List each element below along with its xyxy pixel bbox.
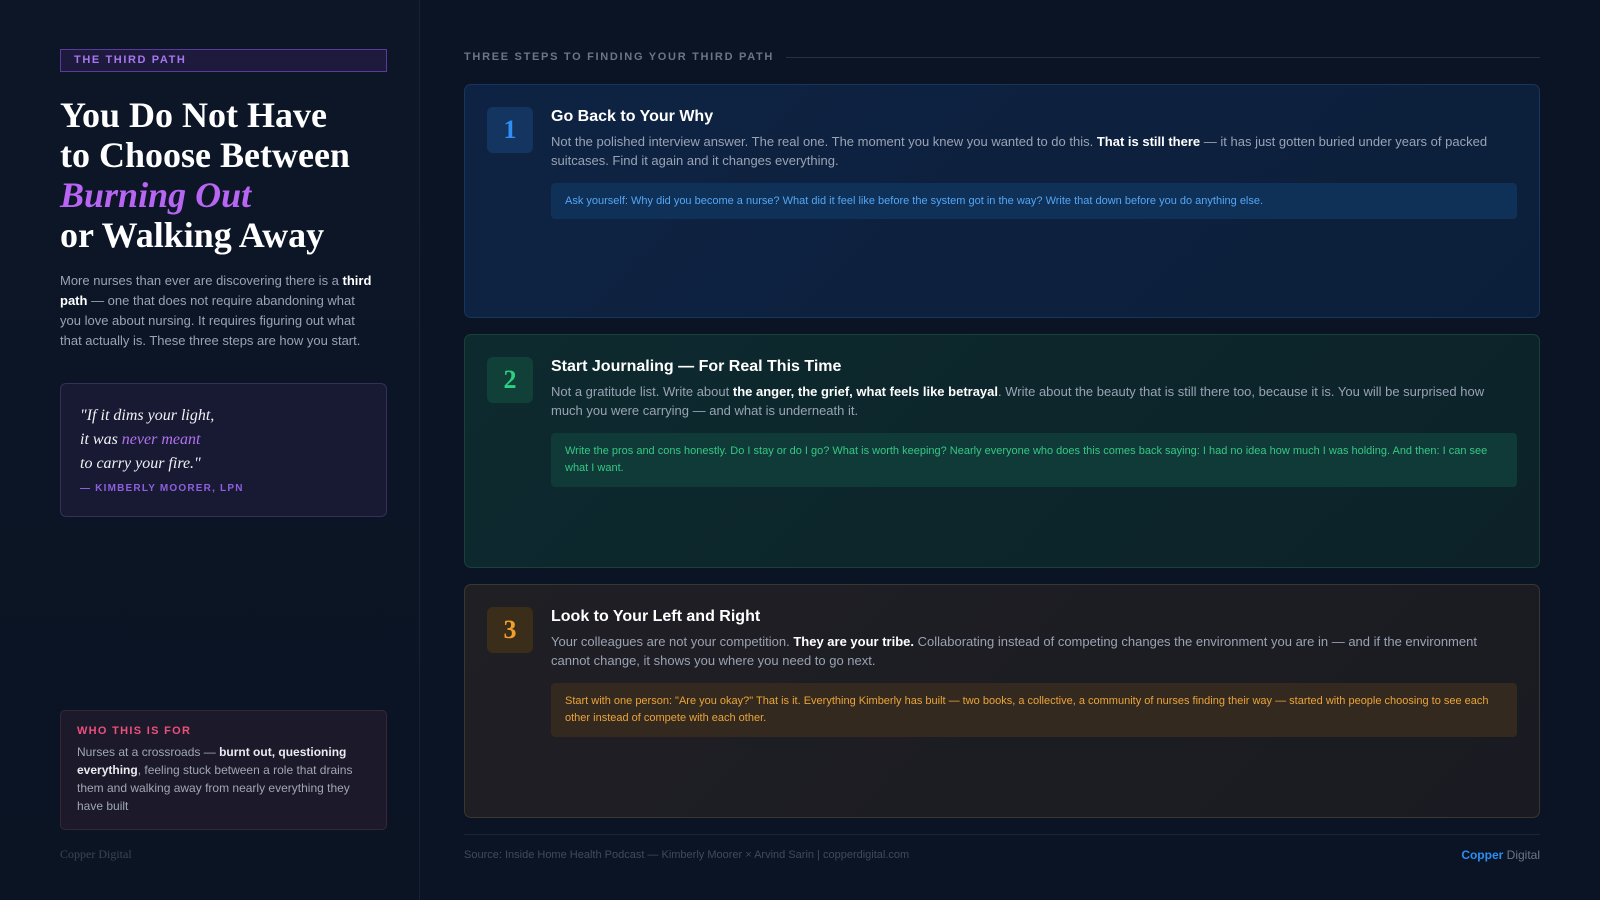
step-callout: Write the pros and cons honestly. Do I s… (551, 433, 1517, 487)
brand-logo: Copper Digital (1461, 848, 1540, 862)
step-text-start: Your colleagues are not your competition… (551, 634, 794, 649)
step-card-1: 1 Go Back to Your Why Not the polished i… (464, 84, 1540, 318)
step-number-badge: 3 (487, 607, 533, 653)
quote-attribution: — KIMBERLY MOORER, LPN (80, 483, 244, 494)
step-body: Start Journaling — For Real This Time No… (551, 357, 1517, 487)
step-description: Your colleagues are not your competition… (551, 632, 1517, 670)
source-citation: Source: Inside Home Health Podcast — Kim… (464, 849, 910, 861)
audience-title: WHO THIS IS FOR (77, 725, 192, 737)
quote-line-3: to carry your fire." (80, 455, 201, 472)
section-title: THREE STEPS TO FINDING YOUR THIRD PATH (464, 51, 775, 63)
main-content: THREE STEPS TO FINDING YOUR THIRD PATH 1… (464, 0, 1540, 900)
step-description: Not a gratitude list. Write about the an… (551, 382, 1517, 420)
step-number-badge: 2 (487, 357, 533, 403)
brand-watermark: Copper Digital (60, 847, 132, 861)
intro-text-end: — one that does not require abandoning w… (60, 293, 361, 348)
step-title: Look to Your Left and Right (551, 608, 761, 625)
quote-accent: never meant (121, 431, 201, 448)
step-description: Not the polished interview answer. The r… (551, 132, 1517, 170)
step-callout: Start with one person: "Are you okay?" T… (551, 683, 1517, 737)
audience-text-start: Nurses at a crossroads — (77, 745, 220, 759)
intro-paragraph: More nurses than ever are discovering th… (60, 271, 372, 351)
step-card-3: 3 Look to Your Left and Right Your colle… (464, 584, 1540, 818)
audience-card: WHO THIS IS FOR Nurses at a crossroads —… (60, 710, 387, 830)
audience-text: Nurses at a crossroads — burnt out, ques… (77, 743, 370, 815)
footer-divider (464, 834, 1540, 835)
step-body: Go Back to Your Why Not the polished int… (551, 107, 1517, 219)
section-tag: THE THIRD PATH (60, 49, 387, 72)
quote-line-2-start: it was (80, 431, 122, 448)
quote-line-1: "If it dims your light, (80, 407, 215, 424)
step-emphasis: That is still there (1096, 134, 1201, 149)
step-title: Start Journaling — For Real This Time (551, 358, 842, 375)
intro-text-start: More nurses than ever are discovering th… (60, 273, 343, 288)
brand-rest: Digital (1503, 848, 1540, 862)
headline-line-1: You Do Not Have (60, 95, 327, 135)
step-number-badge: 1 (487, 107, 533, 153)
quote-card: "If it dims your light, it was never mea… (60, 383, 387, 517)
step-title: Go Back to Your Why (551, 108, 714, 125)
section-divider (786, 56, 1540, 58)
headline-highlight: Burning Out (60, 175, 252, 215)
quote-text: "If it dims your light, it was never mea… (80, 404, 367, 476)
step-body: Look to Your Left and Right Your colleag… (551, 607, 1517, 737)
quote-line-2: it was never meant (80, 428, 367, 452)
step-card-2: 2 Start Journaling — For Real This Time … (464, 334, 1540, 568)
page-title: You Do Not Have to Choose Between Burnin… (60, 95, 386, 255)
section-header: THREE STEPS TO FINDING YOUR THIRD PATH (464, 50, 1540, 64)
step-emphasis: the anger, the grief, what feels like be… (732, 384, 999, 399)
headline-line-4: or Walking Away (60, 215, 325, 255)
step-text-start: Not the polished interview answer. The r… (551, 134, 1097, 149)
step-emphasis: They are your tribe. (793, 634, 914, 649)
step-text-start: Not a gratitude list. Write about (551, 384, 733, 399)
brand-accent: Copper (1461, 848, 1504, 862)
step-callout: Ask yourself: Why did you become a nurse… (551, 183, 1517, 219)
headline-line-2: to Choose Between (60, 135, 350, 175)
